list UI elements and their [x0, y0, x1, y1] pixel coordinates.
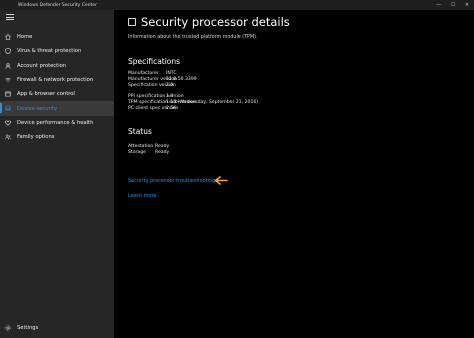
sidebar-item-label: Settings [17, 325, 39, 331]
sidebar-item-family-options[interactable]: Family options [0, 130, 114, 144]
spec-key: Manufacturer version [128, 77, 178, 83]
sidebar-item-virus-threat-protection[interactable]: Virus & threat protection [0, 44, 114, 58]
main-content: Security processor details Information a… [114, 10, 474, 338]
sidebar-nav: Home Virus & threat protection Account p… [0, 30, 114, 144]
spec-value: 11.8.50.3399 [166, 77, 197, 83]
minimize-button[interactable]: — [432, 0, 446, 10]
sidebar-item-label: Home [17, 34, 33, 41]
title-bar[interactable]: Windows Defender Security Center — ☐ ✕ [0, 0, 474, 10]
annotation-arrow-icon [214, 176, 228, 185]
spec-value: 1.16 (Wednesday, September 21, 2016) [166, 100, 259, 106]
window-title: Windows Defender Security Center [18, 2, 97, 8]
sidebar-item-label: Virus & threat protection [17, 48, 82, 55]
spec-row-manufacturer-version: Manufacturer version 11.8.50.3399 [128, 77, 197, 83]
sidebar-item-account-protection[interactable]: Account protection [0, 59, 114, 73]
spec-value: 2.0 [166, 82, 174, 88]
sidebar-item-label: Device security [17, 105, 58, 112]
status-group: Attestation Ready Storage Ready [128, 144, 169, 156]
sidebar-item-label: Account protection [17, 62, 67, 69]
sidebar-item-device-security[interactable]: Device security [0, 101, 114, 116]
app-window: Windows Defender Security Center — ☐ ✕ H… [0, 0, 474, 338]
spec-row-specification-version: Specification version 2.0 [128, 83, 197, 89]
status-row-storage: Storage Ready [128, 150, 169, 156]
person-icon [5, 62, 11, 69]
troubleshooting-link[interactable]: Security processor troubleshooting [128, 178, 215, 184]
spec-value: INTC [166, 71, 177, 77]
family-icon [5, 134, 11, 140]
sidebar-item-label: Firewall & network protection [17, 77, 94, 84]
sidebar-item-settings[interactable]: Settings [0, 322, 114, 334]
spec-key: PPI specification version [128, 94, 184, 100]
hamburger-menu-icon[interactable] [6, 14, 14, 20]
specifications-group-2: PPI specification version 1.3 TPM specif… [128, 94, 258, 111]
heart-icon [5, 120, 11, 126]
status-value: Ready [155, 150, 170, 156]
spec-key: Specification version [128, 82, 176, 88]
window-controls: — ☐ ✕ [432, 0, 474, 10]
status-key: Attestation [128, 144, 154, 150]
spec-row-pc-client-version: PC client spec version 2.56 [128, 106, 258, 112]
sidebar-item-label: Family options [17, 134, 55, 141]
home-icon [5, 34, 11, 40]
spec-key: TPM specification sub-version [128, 100, 197, 106]
page-subtitle: Information about the trusted platform m… [128, 35, 258, 40]
spec-row-tpm-sub-version: TPM specification sub-version 1.16 (Wedn… [128, 100, 258, 106]
chip-icon [128, 18, 136, 26]
sidebar-item-app-browser-control[interactable]: App & browser control [0, 87, 114, 101]
sidebar: Home Virus & threat protection Account p… [0, 10, 114, 338]
page-title: Security processor details [128, 15, 290, 29]
sidebar-item-home[interactable]: Home [0, 30, 114, 44]
app-window-icon [5, 91, 11, 97]
spec-value: 1.3 [166, 94, 174, 100]
sidebar-item-device-performance-health[interactable]: Device performance & health [0, 116, 114, 130]
status-key: Storage [128, 150, 146, 156]
page-title-text: Security processor details [141, 15, 290, 29]
gear-icon [5, 325, 11, 331]
specifications-group-1: Manufacturer INTC Manufacturer version 1… [128, 71, 197, 88]
sidebar-item-label: App & browser control [17, 91, 75, 98]
close-button[interactable]: ✕ [460, 0, 474, 10]
spec-value: 2.56 [166, 105, 177, 111]
spec-key: Manufacturer [128, 71, 159, 77]
learn-more-link[interactable]: Learn more [128, 193, 157, 199]
laptop-icon [5, 105, 11, 111]
sidebar-item-label: Device performance & health [17, 119, 94, 126]
status-value: Ready [155, 144, 170, 150]
status-row-attestation: Attestation Ready [128, 144, 169, 150]
wifi-icon [5, 77, 11, 83]
maximize-button[interactable]: ☐ [446, 0, 460, 10]
status-heading: Status [128, 127, 152, 136]
spec-key: PC client spec version [128, 105, 179, 111]
shield-icon [5, 48, 11, 55]
sidebar-item-firewall-network-protection[interactable]: Firewall & network protection [0, 73, 114, 87]
specifications-heading: Specifications [128, 57, 181, 66]
